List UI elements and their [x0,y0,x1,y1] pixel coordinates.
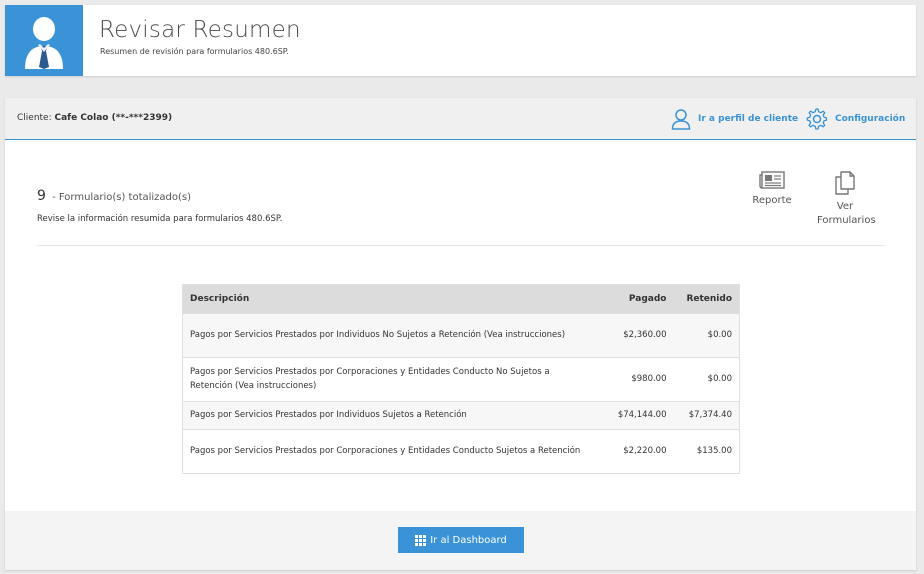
footer-bar: Ir al Dashboard [5,511,916,570]
table-row: Pagos por Servicios Prestados por Indivi… [182,401,740,430]
dashboard-button[interactable]: Ir al Dashboard [398,527,524,553]
config-link-label: Configuración [835,114,906,124]
report-button[interactable]: Reporte [747,171,797,208]
row-description: Pagos por Servicios Prestados por Indivi… [182,401,602,430]
profile-link-label: Ir a perfil de cliente [698,114,799,124]
summary-table: Descripción Pagado Retenido Pagos por Se… [182,284,740,474]
newspaper-icon [759,171,785,189]
table-row: Pagos por Servicios Prestados por Indivi… [182,313,740,358]
forms-count-label: - Formulario(s) totalizado(s) [52,192,192,203]
view-forms-label-line2: Formularios [817,215,876,226]
row-withheld: $7,374.40 [673,401,740,430]
page-header: Revisar Resumen Resumen de revisión para… [5,5,916,76]
column-header-withheld: Retenido [673,284,740,314]
client-bar: Cliente: Cafe Colao (**-***2399) Ir a pe… [5,98,916,140]
column-header-paid: Pagado [601,284,674,314]
column-header-description: Descripción [182,284,602,314]
dashboard-button-label: Ir al Dashboard [430,534,507,546]
report-label: Reporte [752,195,792,206]
divider [37,245,885,246]
avatar [5,5,83,76]
row-paid: $74,144.00 [601,401,674,430]
client-info: Cliente: Cafe Colao (**-***2399) [17,113,172,123]
review-instructions: Revise la información resumida para form… [37,214,283,224]
view-forms-button[interactable]: Ver Formularios [817,171,876,228]
row-withheld: $0.00 [673,313,740,358]
config-link[interactable]: Configuración [806,107,905,131]
client-name: Cafe Colao (**-***2399) [54,113,173,123]
table-header-row: Descripción Pagado Retenido [182,284,740,314]
row-description: Pagos por Servicios Prestados por Corpor… [182,357,602,402]
row-description: Pagos por Servicios Prestados por Corpor… [182,429,602,474]
page-subtitle: Resumen de revisión para formularios 480… [100,47,289,56]
grid-icon [415,534,427,546]
user-avatar-icon [25,17,63,69]
row-paid: $980.00 [601,357,674,402]
gear-icon [806,108,828,130]
forms-total: 9 - Formulario(s) totalizado(s) [37,188,191,204]
row-paid: $2,360.00 [601,313,674,358]
view-forms-label-line1: Ver [836,201,854,212]
copy-documents-icon [835,171,855,195]
client-label: Cliente: [17,113,52,123]
review-panel: Cliente: Cafe Colao (**-***2399) Ir a pe… [5,98,916,570]
user-outline-icon [671,109,691,130]
row-withheld: $0.00 [673,357,740,402]
row-paid: $2,220.00 [601,429,674,474]
forms-count: 9 [37,188,46,204]
table-row: Pagos por Servicios Prestados por Corpor… [182,429,740,474]
row-description: Pagos por Servicios Prestados por Indivi… [182,313,602,358]
table-row: Pagos por Servicios Prestados por Corpor… [182,357,740,402]
profile-link[interactable]: Ir a perfil de cliente [671,107,798,131]
page-title: Revisar Resumen [99,17,301,43]
row-withheld: $135.00 [673,429,740,474]
